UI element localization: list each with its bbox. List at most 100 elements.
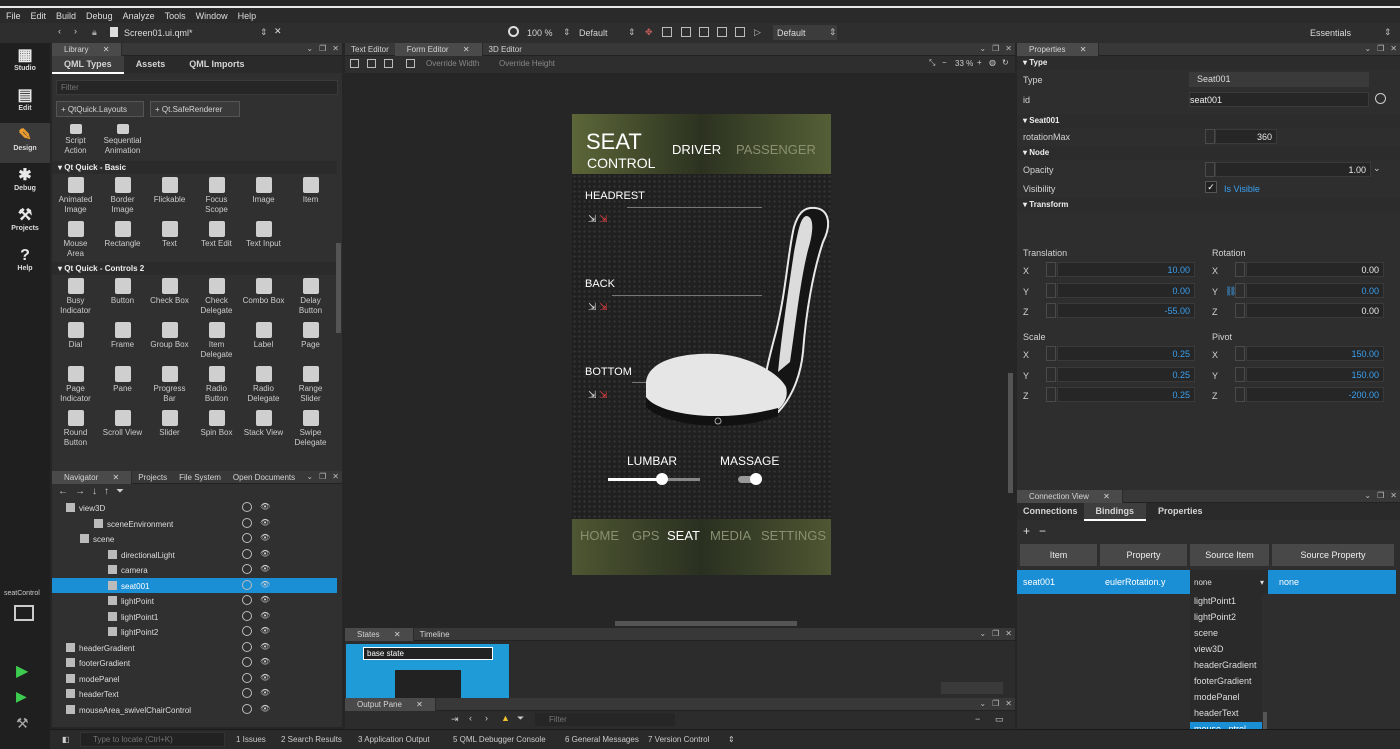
tab-3d-editor[interactable]: 3D Editor [483,44,528,55]
translation-z-field[interactable]: -55.00 [1057,303,1195,318]
import-qtquick-layouts-button[interactable]: + QtQuick.Layouts [56,101,144,117]
float-icon[interactable]: ❐ [989,698,1002,709]
style-select[interactable]: Default [579,28,608,38]
tab-bindings-properties[interactable]: Properties [1146,503,1215,519]
lock-toggle-icon[interactable] [242,688,252,698]
tab-assets[interactable]: Assets [124,56,178,72]
pivot-y-spinner[interactable] [1235,366,1245,382]
prev-icon[interactable]: ‹ [469,713,472,723]
visibility-eye-icon[interactable]: 👁︎ [260,549,270,558]
theme-select[interactable]: Default [773,25,837,40]
library-item-focus-scope[interactable]: Focus Scope [193,174,240,218]
visibility-eye-icon[interactable]: 👁︎ [260,564,270,573]
up-arrow-icon[interactable]: ↑ [104,486,116,497]
visibility-eye-icon[interactable]: 👁︎ [260,533,270,542]
mode-projects[interactable]: ⚒ Projects [0,203,50,243]
dropdown-option[interactable]: view3D [1190,642,1262,658]
visibility-eye-icon[interactable]: 👁︎ [260,580,270,589]
mode-design[interactable]: ✎ Design [0,123,50,163]
section-node[interactable]: ▾ Node [1017,146,1400,160]
tab-form-editor[interactable]: Form Editor ✕ [394,43,483,56]
visibility-eye-icon[interactable]: 👁︎ [260,657,270,666]
zoom-level[interactable]: 100 % [527,28,553,38]
lock-toggle-icon[interactable] [242,641,252,652]
library-item-range-slider[interactable]: Range Slider [287,363,334,407]
visibility-eye-icon[interactable]: 👁︎ [260,611,270,620]
tab-timeline[interactable]: Timeline [414,629,456,640]
scale-x-field[interactable]: 0.25 [1057,346,1195,361]
library-item-page-indicator[interactable]: Page Indicator [52,363,99,407]
library-item-text-edit[interactable]: Text Edit [193,218,240,262]
anchor-mode-icon[interactable] [384,59,393,68]
menu-analyze[interactable]: Analyze [117,8,159,21]
close-icon[interactable]: ✕ [1097,491,1116,502]
close-icon[interactable]: ✕ [97,44,116,55]
scale-z-field[interactable]: 0.25 [1057,387,1195,402]
headrest-adjust-icon[interactable]: ⇲ ⇲ [588,214,608,225]
filter-icon[interactable]: ⏷ [116,486,131,497]
opacity-dropdown-icon[interactable]: ⌄ [1373,163,1381,174]
lock-toggle-icon[interactable] [242,626,252,636]
tab-connection-view[interactable]: Connection View ✕ [1017,490,1123,503]
lock-toggle-icon[interactable] [242,517,252,528]
visibility-eye-icon[interactable]: 👁︎ [260,626,270,635]
add-state-button[interactable] [941,682,1003,694]
zoom-icon[interactable] [508,26,519,37]
menu-help[interactable]: Help [232,8,261,21]
nav-seat[interactable]: SEAT [667,528,700,543]
mode-studio[interactable]: ▦ Studio [0,43,50,83]
tree-item-lightpoint1[interactable]: lightPoint1 👁︎ [52,609,337,625]
col-source-item[interactable]: Source Item [1190,544,1269,566]
library-item-swipe-delegate[interactable]: Swipe Delegate [287,407,334,451]
library-item-button[interactable]: Button [99,275,146,319]
menu-debug[interactable]: Debug [80,8,117,21]
import-qt-saferenderer-button[interactable]: + Qt.SafeRenderer [150,101,240,117]
tree-item-view3d[interactable]: view3D 👁︎ [52,500,337,516]
rotation-y-spinner[interactable] [1235,282,1245,298]
back-arrow-icon[interactable]: ‹ [58,26,61,36]
library-item-check-box[interactable]: Check Box [146,275,193,319]
lock-toggle-icon[interactable] [242,595,252,605]
theme-dropdown-icon[interactable]: ⇕ [829,27,837,38]
left-arrow-icon[interactable]: ← [58,486,75,497]
library-item-round-button[interactable]: Round Button [52,407,99,451]
forward-arrow-icon[interactable]: › [74,26,77,36]
play-preview-icon[interactable]: ▷ [754,27,761,38]
scale-z-spinner[interactable] [1046,387,1056,402]
lock-toggle-icon[interactable] [242,564,252,574]
close-file-icon[interactable]: ✕ [274,26,282,37]
library-item-stack-view[interactable]: Stack View [240,407,287,451]
source-item-select[interactable]: none ▾ [1190,570,1268,594]
translation-y-spinner[interactable] [1046,282,1056,298]
scale-y-spinner[interactable] [1046,366,1056,382]
sequential-animation-item[interactable]: Sequential Animation [99,121,146,161]
distribute-icon[interactable] [681,27,691,37]
seat-3d-model[interactable] [638,202,830,442]
col-item[interactable]: Item [1020,544,1097,566]
next-icon[interactable]: › [485,713,488,723]
mode-help[interactable]: ? Help [0,243,50,283]
visibility-eye-icon[interactable]: 👁︎ [260,688,270,697]
opacity-field[interactable]: 1.00 [1215,162,1371,177]
sidebar-toggle-icon[interactable]: ◧ [56,730,76,749]
tab-driver[interactable]: DRIVER [672,142,721,157]
close-icon[interactable]: ✕ [1002,698,1015,709]
chevron-down-icon[interactable]: ⌄ [303,471,316,482]
translation-z-spinner[interactable] [1046,303,1056,318]
float-icon[interactable]: ❐ [316,471,329,482]
maximize-icon[interactable]: ▭ [995,714,1004,725]
tab-text-editor[interactable]: Text Editor [345,44,395,55]
color-picker-icon[interactable]: ◍ [989,58,996,67]
tab-bindings[interactable]: Bindings [1083,503,1147,521]
remove-binding-icon[interactable]: − [1039,524,1046,538]
lock-toggle-icon[interactable] [242,579,252,590]
rotation-max-field[interactable]: 360 [1215,129,1277,144]
editor-vscrollbar[interactable] [1008,373,1013,493]
close-icon[interactable]: ✕ [1387,43,1400,54]
library-item-group-box[interactable]: Group Box [146,319,193,363]
status-general-messages[interactable]: 6 General Messages [559,730,645,749]
library-item-progress-bar[interactable]: Progress Bar [146,363,193,407]
reset-view-icon[interactable]: ✥ [645,27,653,38]
pivot-z-field[interactable]: -200.00 [1246,387,1384,402]
zoom-out-icon[interactable]: − [942,58,947,67]
